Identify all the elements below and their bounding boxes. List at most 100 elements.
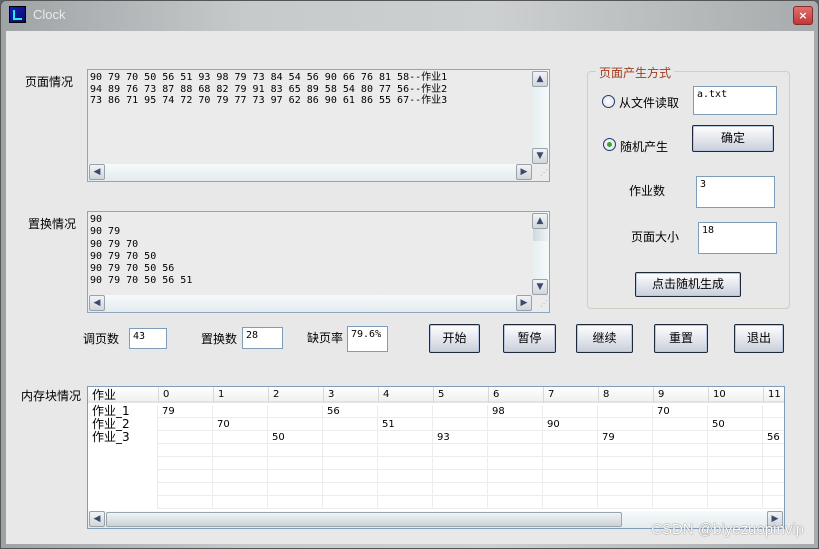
column-header[interactable]: 7 <box>543 387 598 403</box>
table-cell: 51 <box>378 418 433 431</box>
table-cell <box>598 496 653 509</box>
resume-button[interactable]: 继续 <box>576 324 633 353</box>
title-bar[interactable]: Clock × <box>1 1 818 31</box>
table-cell <box>543 496 598 509</box>
column-header[interactable]: 11 <box>763 387 784 403</box>
table-row[interactable] <box>88 457 784 470</box>
table-cell <box>598 405 653 418</box>
table-cell: 50 <box>268 431 323 444</box>
from-file-radio[interactable] <box>602 95 615 108</box>
table-cell <box>213 483 268 496</box>
column-header[interactable]: 6 <box>488 387 543 403</box>
scroll-thumb[interactable] <box>106 512 622 527</box>
watermark: CSDN @biyezuopinvip <box>651 521 804 538</box>
scroll-up-icon[interactable]: ▲ <box>532 213 548 229</box>
file-name-field[interactable]: a.txt <box>693 86 777 115</box>
scroll-left-icon[interactable]: ◀ <box>89 164 105 180</box>
memory-table-header: 作业 0 1 2 3 4 5 6 7 8 9 10 11 <box>88 387 784 403</box>
table-cell <box>323 444 378 457</box>
page-size-field[interactable]: 18 <box>698 222 777 254</box>
scroll-right-icon[interactable]: ▶ <box>516 164 532 180</box>
table-row[interactable] <box>88 470 784 483</box>
table-cell <box>268 483 323 496</box>
page-info-vscroll[interactable]: ▲ ▼ <box>532 70 549 164</box>
table-cell <box>708 457 763 470</box>
random-label[interactable]: 随机产生 <box>620 138 668 155</box>
table-cell <box>708 405 763 418</box>
fault-rate-field[interactable]: 79.6% <box>347 326 388 352</box>
from-file-label[interactable]: 从文件读取 <box>619 94 679 111</box>
table-row[interactable] <box>88 483 784 496</box>
table-row[interactable] <box>88 444 784 457</box>
column-header[interactable]: 4 <box>378 387 433 403</box>
table-cell: 70 <box>213 418 268 431</box>
exit-button[interactable]: 退出 <box>734 324 784 353</box>
table-cell <box>158 496 213 509</box>
app-window: Clock × 页面情况 90 79 70 50 56 51 93 98 79 … <box>0 0 819 549</box>
page-info-hscroll[interactable]: ◀ ▶ <box>88 164 532 181</box>
column-header[interactable]: 2 <box>268 387 323 403</box>
table-cell <box>268 470 323 483</box>
resize-grip: ⋰ <box>540 168 548 177</box>
table-row[interactable]: 作业_2 70 51 90 50 <box>88 418 784 431</box>
table-cell <box>213 431 268 444</box>
scroll-left-icon[interactable]: ◀ <box>89 511 105 527</box>
column-header[interactable]: 10 <box>708 387 763 403</box>
column-header[interactable]: 1 <box>213 387 268 403</box>
replace-info-hscroll[interactable]: ◀ ▶ <box>88 295 532 312</box>
table-cell <box>323 457 378 470</box>
column-header[interactable]: 9 <box>653 387 708 403</box>
job-count-label: 作业数 <box>629 184 666 198</box>
column-header[interactable]: 0 <box>158 387 213 403</box>
scroll-down-icon[interactable]: ▼ <box>532 279 548 295</box>
table-cell <box>763 444 784 457</box>
table-cell <box>708 483 763 496</box>
table-cell <box>433 483 488 496</box>
scroll-left-icon[interactable]: ◀ <box>89 295 105 311</box>
scroll-up-icon[interactable]: ▲ <box>532 71 548 87</box>
column-header[interactable]: 3 <box>323 387 378 403</box>
table-cell <box>323 470 378 483</box>
table-cell: 56 <box>323 405 378 418</box>
reset-button[interactable]: 重置 <box>654 324 708 353</box>
table-cell <box>378 444 433 457</box>
page-info-textarea[interactable]: 90 79 70 50 56 51 93 98 79 73 84 54 56 9… <box>87 69 550 182</box>
table-cell <box>433 457 488 470</box>
table-cell <box>433 496 488 509</box>
replacements-field[interactable]: 28 <box>242 327 283 349</box>
table-cell: 50 <box>708 418 763 431</box>
table-cell <box>598 418 653 431</box>
replace-info-textarea[interactable]: 90 90 79 90 79 70 90 79 70 50 90 79 70 5… <box>87 211 550 313</box>
table-row[interactable]: 作业_3 50 93 79 56 <box>88 431 784 444</box>
scroll-down-icon[interactable]: ▼ <box>532 148 548 164</box>
fault-rate-label: 缺页率 <box>307 331 344 345</box>
page-calls-field[interactable]: 43 <box>129 328 167 349</box>
table-cell: 作业_3 <box>88 431 158 444</box>
column-header[interactable]: 8 <box>598 387 653 403</box>
table-cell <box>213 457 268 470</box>
pause-button[interactable]: 暂停 <box>503 324 556 353</box>
random-radio[interactable] <box>603 138 616 151</box>
confirm-button[interactable]: 确定 <box>692 125 774 152</box>
table-cell <box>543 431 598 444</box>
scroll-thumb[interactable] <box>533 229 548 241</box>
generate-random-button[interactable]: 点击随机生成 <box>635 272 741 297</box>
start-button[interactable]: 开始 <box>429 324 480 353</box>
column-header[interactable]: 作业 <box>88 387 158 403</box>
column-header[interactable]: 5 <box>433 387 488 403</box>
replace-info-vscroll[interactable]: ▲ ▼ <box>532 212 549 295</box>
memory-table[interactable]: 作业 0 1 2 3 4 5 6 7 8 9 10 11 作业_1 79 56 98 70 作业_2 70 51 90 5… <box>87 386 785 529</box>
table-cell <box>88 444 158 457</box>
job-count-field[interactable]: 3 <box>696 176 775 208</box>
table-cell <box>323 483 378 496</box>
scroll-right-icon[interactable]: ▶ <box>516 295 532 311</box>
table-cell: 70 <box>653 405 708 418</box>
table-row[interactable] <box>88 496 784 509</box>
table-cell <box>158 457 213 470</box>
table-row[interactable]: 作业_1 79 56 98 70 <box>88 405 784 418</box>
close-button[interactable]: × <box>793 6 813 25</box>
page-size-label: 页面大小 <box>631 230 680 244</box>
table-cell <box>88 496 158 509</box>
table-cell: 90 <box>543 418 598 431</box>
table-cell <box>598 470 653 483</box>
